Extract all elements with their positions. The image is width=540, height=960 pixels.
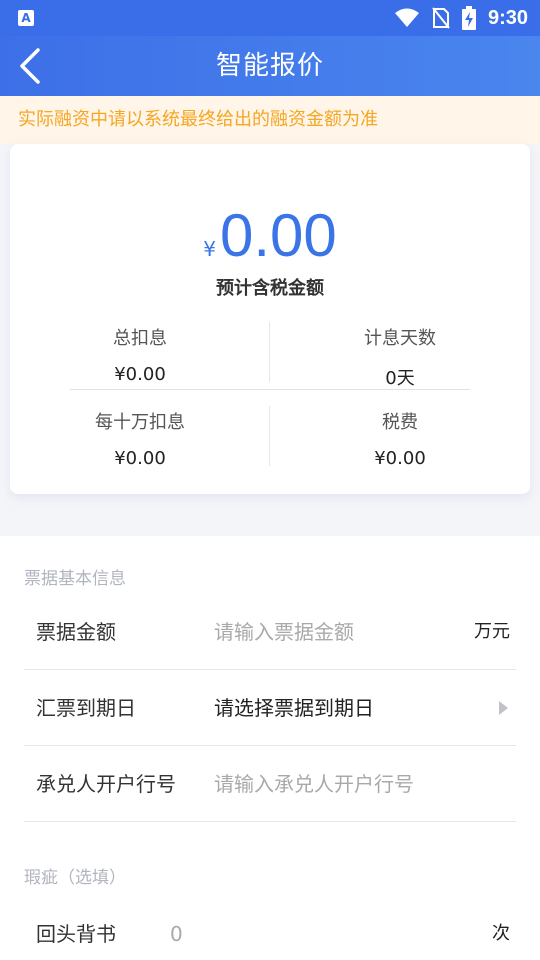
amount-label: 预计含税金额 <box>216 278 324 299</box>
stat-interest-days: 计息天数 0天 <box>270 324 530 390</box>
acceptor-bank-row: 承兑人开户行号 <box>24 746 516 822</box>
bill-amount-input[interactable] <box>214 614 434 650</box>
divider <box>70 389 470 390</box>
battery-charging-icon <box>461 6 476 30</box>
due-date-row[interactable]: 汇票到期日 请选择票据到期日 <box>24 670 516 746</box>
stat-title: 总扣息 <box>113 328 167 349</box>
status-icons: 9:30 <box>394 4 528 32</box>
field-label: 票据金额 <box>36 620 116 644</box>
stat-value: ¥0.00 <box>114 448 166 469</box>
endorsement-back-input[interactable] <box>170 916 390 952</box>
section-title-basic-info: 票据基本信息 <box>24 569 126 589</box>
no-sim-icon <box>432 7 450 29</box>
bill-form: 票据基本信息 票据金额 万元 汇票到期日 请选择票据到期日 承兑人开户行号 瑕疵… <box>0 536 540 960</box>
divider <box>269 322 270 382</box>
stat-tax: 税费 ¥0.00 <box>270 408 530 469</box>
stat-value: ¥0.00 <box>374 448 426 469</box>
amount-value: 0.00 <box>219 202 337 269</box>
estimated-amount: ¥0.00 <box>10 200 530 272</box>
unit-label: 次 <box>492 923 510 944</box>
due-date-select[interactable]: 请选择票据到期日 <box>214 670 374 746</box>
wifi-icon <box>394 8 419 27</box>
endorsement-back-row: 回头背书 次 <box>24 896 516 960</box>
section-title-defects: 瑕疵（选填） <box>24 868 126 888</box>
stat-title: 每十万扣息 <box>95 412 185 433</box>
stat-title: 税费 <box>382 412 418 433</box>
stat-total-discount: 总扣息 ¥0.00 <box>10 324 270 385</box>
quote-card: ¥0.00 预计含税金额 总扣息 ¥0.00 计息天数 0天 每十万扣息 ¥0.… <box>10 144 530 494</box>
field-label: 回头背书 <box>36 922 116 946</box>
field-label: 汇票到期日 <box>36 696 136 720</box>
currency-symbol: ¥ <box>203 237 216 261</box>
status-bar: A 9:30 <box>0 0 540 36</box>
stat-value: ¥0.00 <box>114 364 166 385</box>
stat-per-100k-discount: 每十万扣息 ¥0.00 <box>10 408 270 469</box>
app-notification-icon: A <box>18 10 34 26</box>
caret-right-icon <box>499 701 508 715</box>
page-title: 智能报价 <box>215 51 324 81</box>
acceptor-bank-input[interactable] <box>214 766 434 802</box>
bill-amount-row: 票据金额 万元 <box>24 594 516 670</box>
stat-value: 0天 <box>385 368 415 389</box>
stat-title: 计息天数 <box>364 328 436 349</box>
field-label: 承兑人开户行号 <box>36 772 176 796</box>
divider <box>269 406 270 466</box>
notice-banner: 实际融资中请以系统最终给出的融资金额为准 <box>0 96 540 144</box>
app-header: 智能报价 <box>0 36 540 96</box>
unit-label: 万元 <box>474 621 510 642</box>
status-time: 9:30 <box>487 6 528 29</box>
